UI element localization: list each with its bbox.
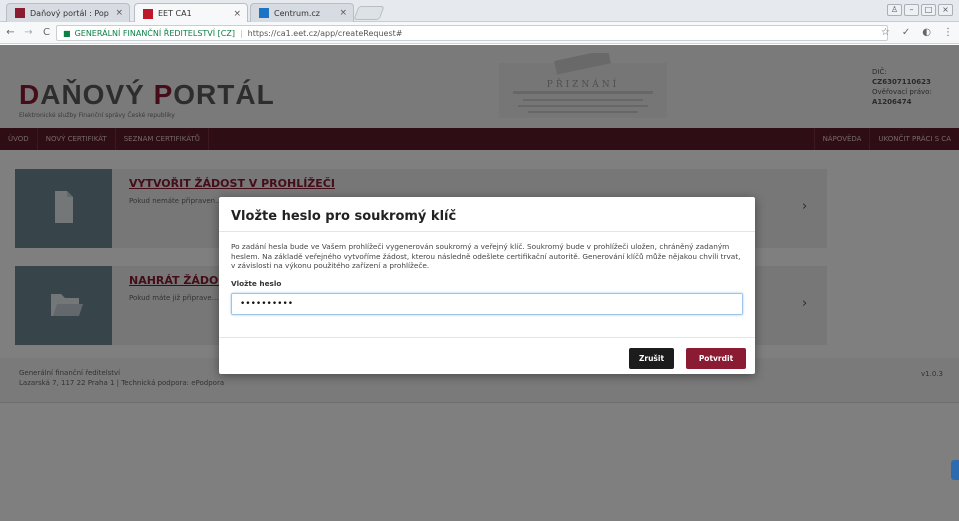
back-arrow-icon[interactable]: ← xyxy=(3,27,18,38)
modal-footer: Zrušit Potvrdit xyxy=(219,337,755,374)
eet-favicon-icon xyxy=(143,8,153,19)
confirm-button[interactable]: Potvrdit xyxy=(686,348,746,369)
password-modal: Vložte heslo pro soukromý klíč Po zadání… xyxy=(219,197,755,374)
lock-icon: ■ xyxy=(63,28,71,38)
minimize-icon[interactable]: – xyxy=(904,4,919,16)
cancel-button[interactable]: Zrušit xyxy=(629,348,674,369)
forward-arrow-icon[interactable]: → xyxy=(21,27,36,38)
browser-tab-centrum[interactable]: Centrum.cz × xyxy=(250,3,354,22)
new-tab-button[interactable] xyxy=(353,6,385,20)
window-controls: ♙ – □ × xyxy=(887,4,953,16)
url-text: https://ca1.eet.cz/app/createRequest# xyxy=(247,28,403,38)
browser-toolbar: ← → C ■ GENERÁLNÍ FINANČNÍ ŘEDITELSTVÍ [… xyxy=(0,22,959,44)
address-bar[interactable]: ■ GENERÁLNÍ FINANČNÍ ŘEDITELSTVÍ [CZ] | … xyxy=(56,25,888,41)
close-icon[interactable]: × xyxy=(233,9,241,19)
support-widget-icon[interactable] xyxy=(951,460,959,480)
star-icon[interactable]: ☆ xyxy=(881,27,890,38)
browser-tab-eet-ca1[interactable]: EET CA1 × xyxy=(134,3,248,23)
secure-origin-label: GENERÁLNÍ FINANČNÍ ŘEDITELSTVÍ [CZ] xyxy=(74,28,235,38)
danovy-portal-favicon-icon xyxy=(15,8,25,18)
extension-icon[interactable]: ✓ xyxy=(902,27,910,38)
browser-tabbar: Daňový portál : Poplatn × EET CA1 × Cent… xyxy=(0,0,959,23)
close-icon[interactable]: × xyxy=(339,8,347,18)
password-input[interactable]: •••••••••• xyxy=(231,292,743,315)
maximize-icon[interactable]: □ xyxy=(921,4,936,16)
reload-icon[interactable]: C xyxy=(39,27,54,38)
window-close-icon[interactable]: × xyxy=(938,4,953,16)
close-icon[interactable]: × xyxy=(115,8,123,18)
browser-tab-danovy-portal[interactable]: Daňový portál : Poplatn × xyxy=(6,3,130,22)
centrum-favicon-icon xyxy=(259,8,269,18)
menu-icon[interactable]: ⋮ xyxy=(943,27,953,38)
modal-title: Vložte heslo pro soukromý klíč xyxy=(219,197,755,232)
extension-icon[interactable]: ◐ xyxy=(922,27,931,38)
user-icon[interactable]: ♙ xyxy=(887,4,902,16)
modal-description: Po zadání hesla bude ve Vašem prohlížeči… xyxy=(231,242,741,271)
password-label: Vložte heslo xyxy=(231,278,282,288)
